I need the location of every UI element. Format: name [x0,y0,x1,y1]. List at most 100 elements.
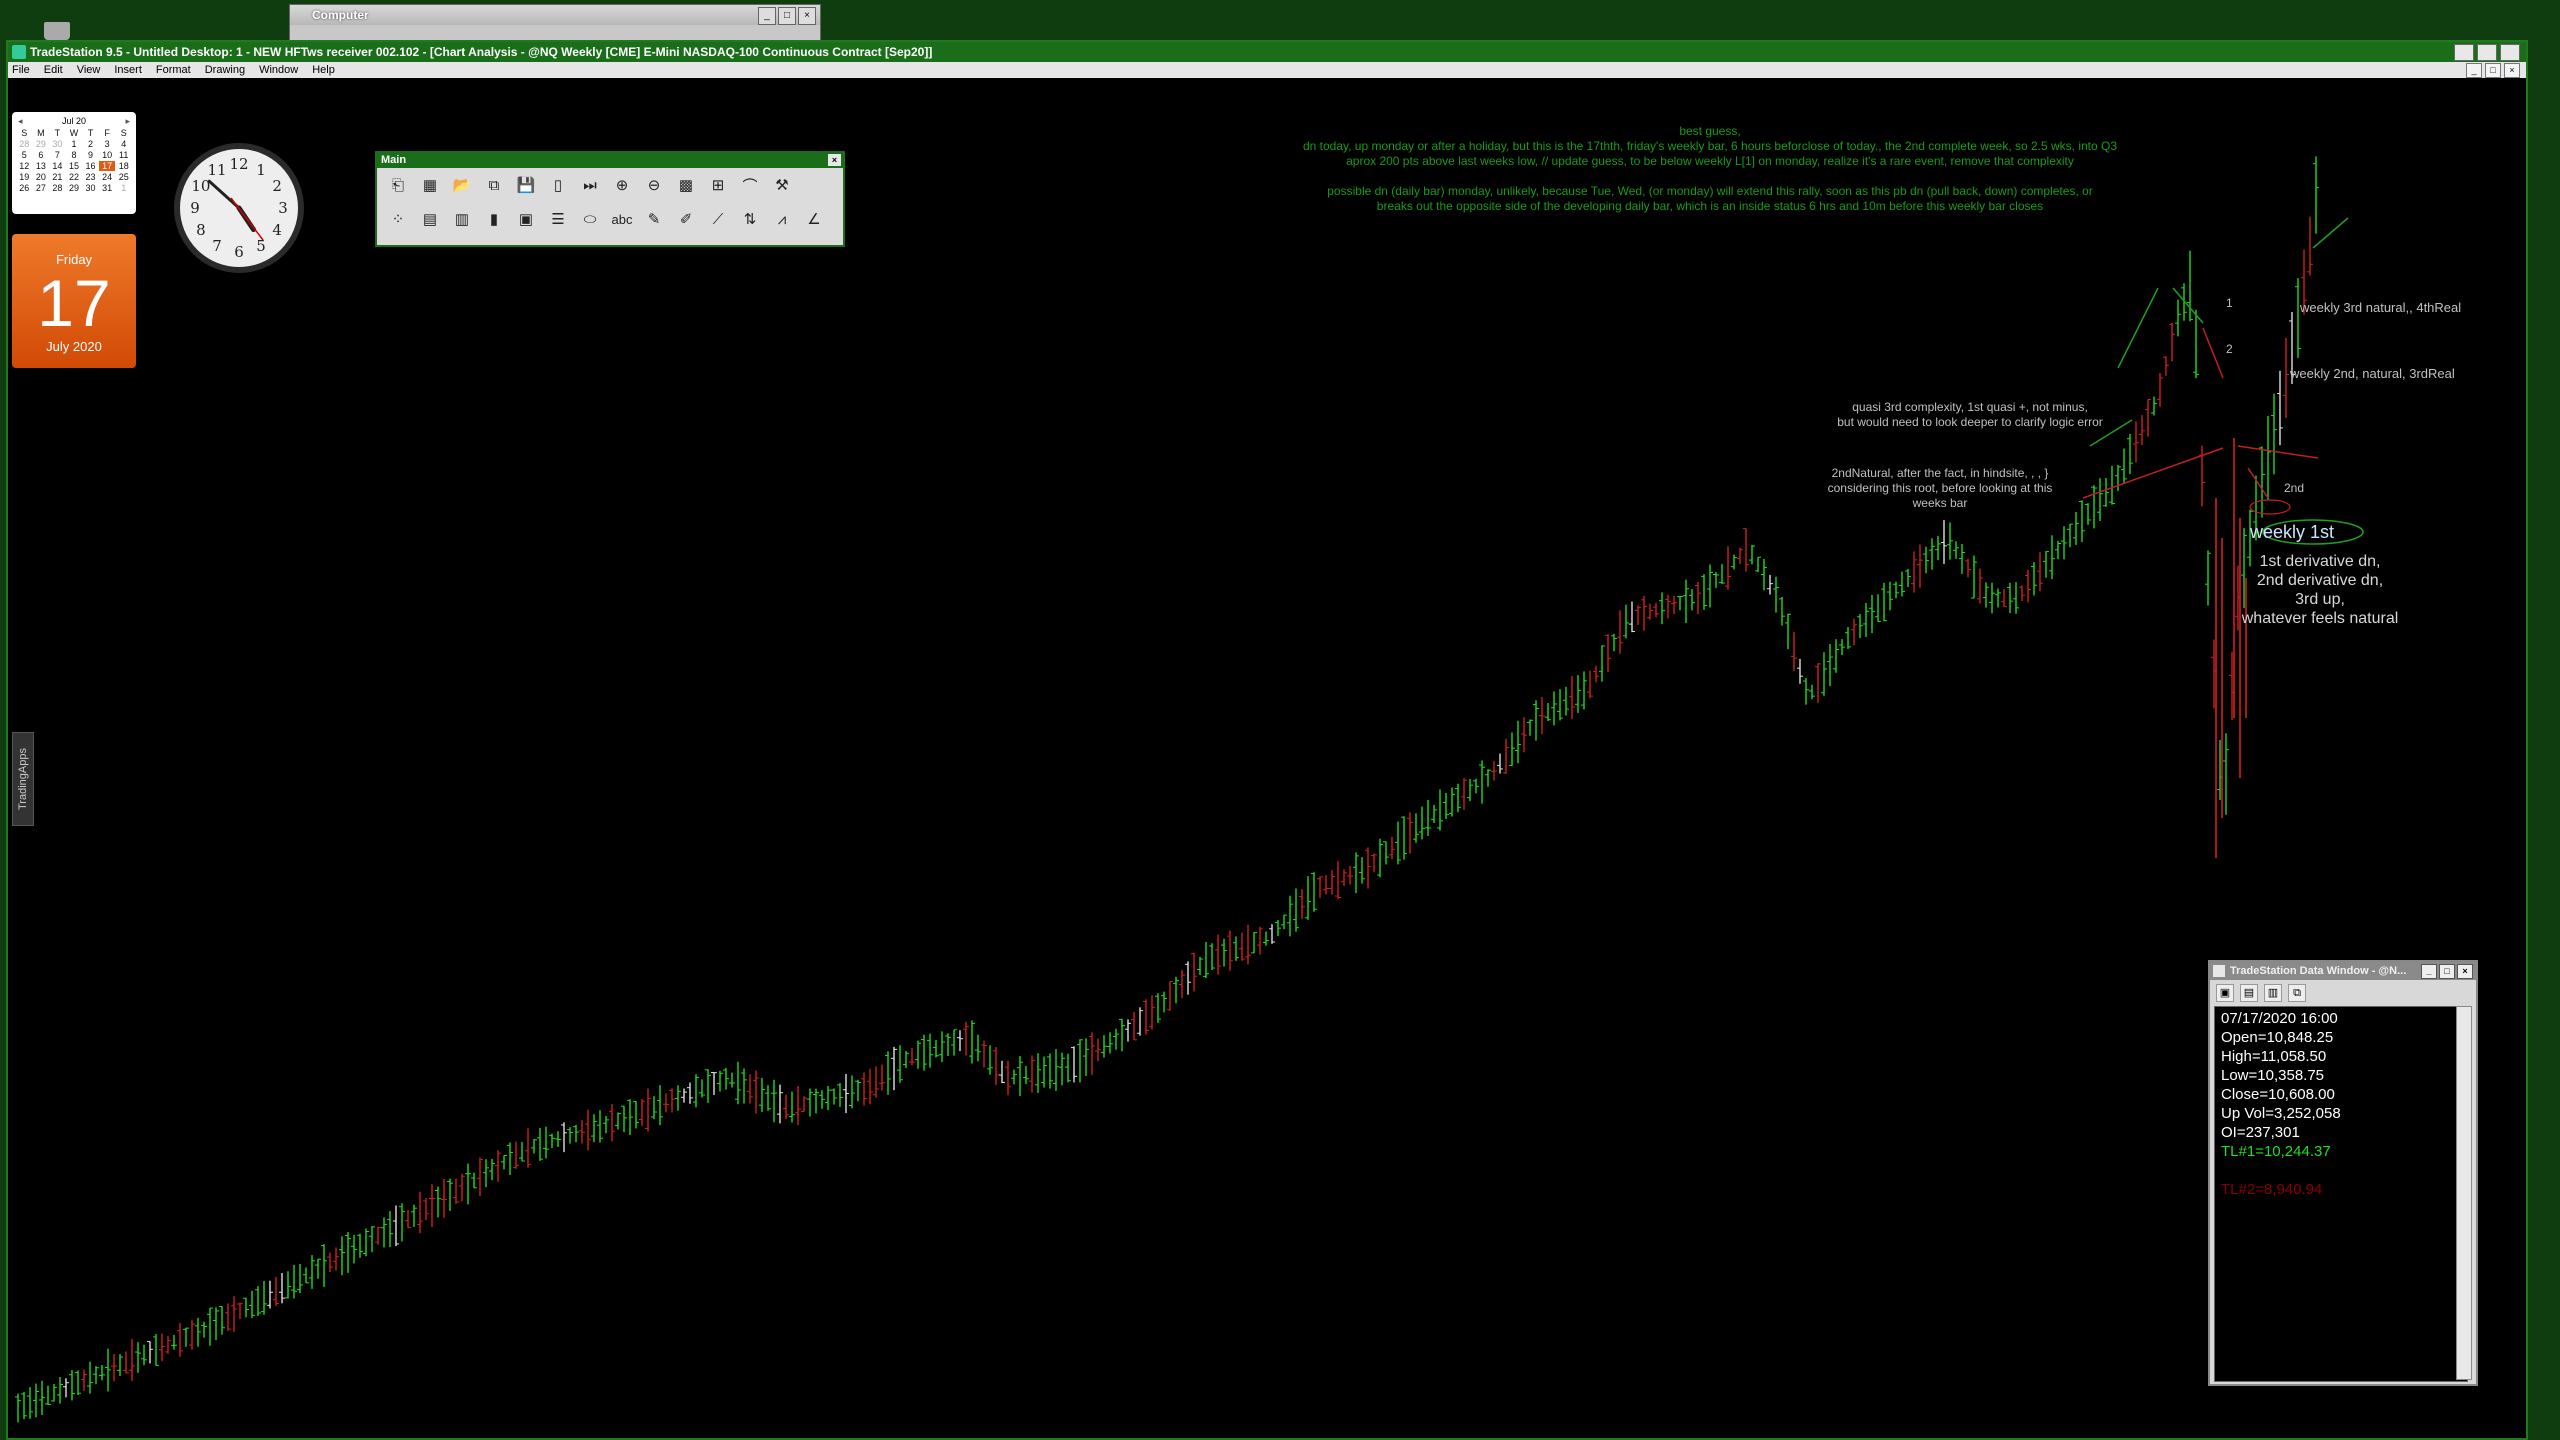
oval-icon[interactable]: ⬭ [577,207,603,231]
link-icon[interactable]: ⧉ [2288,984,2306,1002]
menu-format[interactable]: Format [156,62,191,78]
open-folder-icon[interactable]: 📂 [449,173,475,197]
calendar-day[interactable]: 29 [33,139,50,149]
menu-edit[interactable]: Edit [44,62,63,78]
next-month-icon[interactable]: ▸ [125,116,130,127]
menu-file[interactable]: File [12,62,30,78]
toolbar-close-icon[interactable]: × [828,154,841,166]
menu-help[interactable]: Help [312,62,335,78]
calendar-day[interactable]: 29 [66,183,83,193]
trendline[interactable] [2312,217,2349,249]
prev-month-icon[interactable]: ◂ [18,116,23,127]
data-window-title-bar[interactable]: TradeStation Data Window - @N... _ □ × [2210,962,2476,980]
child-close-button[interactable]: × [2504,63,2520,78]
calendar-day[interactable]: 12 [16,161,33,171]
pencil-icon[interactable]: ✐ [673,207,699,231]
trendline-icon[interactable]: ⟋ [705,207,731,231]
copy-icon[interactable]: ⧉ [481,173,507,197]
calendar-day[interactable]: 5 [16,150,33,160]
calendar-day[interactable]: 24 [99,172,116,182]
calendar-day[interactable]: 7 [49,150,66,160]
data-window[interactable]: TradeStation Data Window - @N... _ □ × ▣… [2208,960,2478,1386]
lines-icon[interactable]: ☰ [545,207,571,231]
child-restore-button[interactable]: □ [2485,63,2501,78]
calendar-day[interactable]: 4 [115,139,132,149]
play-end-icon[interactable]: ⏭ [577,173,603,197]
arrows-icon[interactable]: ⇅ [737,207,763,231]
title-bar[interactable]: TradeStation 9.5 - Untitled Desktop: 1 -… [8,42,2526,62]
zoom-out-icon[interactable]: ⊖ [641,173,667,197]
calendar-day[interactable]: 8 [66,150,83,160]
window-tile-icon[interactable]: ⊞ [705,173,731,197]
calendar-day[interactable]: 1 [66,139,83,149]
calendar-day[interactable]: 20 [33,172,50,182]
maximize-icon[interactable]: □ [778,7,796,25]
calendar-day[interactable]: 6 [33,150,50,160]
table-icon[interactable]: ▦ [417,173,443,197]
chart-type-icon[interactable]: ▩ [673,173,699,197]
data-window-maximize[interactable]: □ [2439,964,2455,979]
save-icon[interactable]: ▣ [2216,984,2234,1002]
close-icon[interactable]: × [798,7,816,25]
calendar-day[interactable]: 11 [115,150,132,160]
calendar-day[interactable]: 22 [66,172,83,182]
calendar-day[interactable]: 3 [99,139,116,149]
save-icon[interactable]: 💾 [513,173,539,197]
calendar-day[interactable]: 9 [82,150,99,160]
price-chart[interactable] [8,78,2526,1438]
menu-drawing[interactable]: Drawing [205,62,245,78]
highlight-icon[interactable]: ✎ [641,207,667,231]
calendar-day[interactable]: 26 [16,183,33,193]
calendar-day[interactable]: 13 [33,161,50,171]
child-minimize-button[interactable]: _ [2466,63,2482,78]
clock-gadget[interactable]: 12 1 2 3 4 5 6 7 8 9 10 11 [174,143,304,273]
calendar-day[interactable]: 19 [16,172,33,182]
toolbar-title[interactable]: Main × [377,153,843,168]
minimize-icon[interactable]: _ [758,7,776,25]
calendar-day[interactable]: 14 [49,161,66,171]
menu-window[interactable]: Window [259,62,298,78]
restore-button[interactable] [2477,44,2497,61]
data-window-minimize[interactable]: _ [2421,964,2437,979]
curve-icon[interactable]: ⌒ [737,173,763,197]
calendar-day[interactable]: 2 [82,139,99,149]
data-window-scrollbar[interactable] [2456,1006,2472,1380]
bar-chart-icon[interactable]: ▥ [449,207,475,231]
trendline[interactable] [2202,327,2224,379]
trendline[interactable] [2247,467,2269,499]
date-card[interactable]: Friday 17 July 2020 [12,234,136,368]
window-icon[interactable]: ▣ [513,207,539,231]
calendar-day[interactable]: 30 [82,183,99,193]
calendar-day[interactable]: 15 [66,161,83,171]
calendar-day[interactable]: 31 [99,183,116,193]
calendar-day[interactable]: 25 [115,172,132,182]
data-window-close[interactable]: × [2457,964,2473,979]
scatter-icon[interactable]: ⁘ [385,207,411,231]
columns-icon[interactable]: ▥ [2264,984,2282,1002]
calendar-day[interactable]: 30 [49,139,66,149]
calendar-day[interactable]: 10 [99,150,116,160]
print-icon[interactable]: ▤ [2240,984,2258,1002]
tools-icon[interactable]: ⚒ [769,173,795,197]
calendar-day[interactable]: 17 [98,161,116,171]
recycle-bin-icon[interactable] [44,22,70,40]
calendar-day[interactable]: 27 [33,183,50,193]
zoom-in-icon[interactable]: ⊕ [609,173,635,197]
minimize-button[interactable] [2454,44,2474,61]
calendar-day[interactable]: 18 [115,161,132,171]
calendar-day[interactable]: 16 [82,161,99,171]
calendar-day[interactable]: 28 [49,183,66,193]
menu-view[interactable]: View [77,62,101,78]
calendar-day[interactable]: 1 [115,183,132,193]
fan-icon[interactable]: ⩘ [769,207,795,231]
text-icon[interactable]: abc [609,207,635,231]
grid-icon[interactable]: ▤ [417,207,443,231]
calendar-day[interactable]: 23 [82,172,99,182]
color-bar-icon[interactable]: ▮ [481,207,507,231]
calendar-day[interactable]: 28 [16,139,33,149]
document-icon[interactable]: ▯ [545,173,571,197]
angle-icon[interactable]: ∠ [801,207,827,231]
trendline[interactable] [2117,287,2159,369]
calendar-gadget[interactable]: ◂ Jul 20 ▸ S M T W T F S 28 29 30 1 2 3 4 5 6 7 8 9 10 11 12 1… [12,112,136,214]
new-chart-icon[interactable]: ⎗ [385,173,411,197]
